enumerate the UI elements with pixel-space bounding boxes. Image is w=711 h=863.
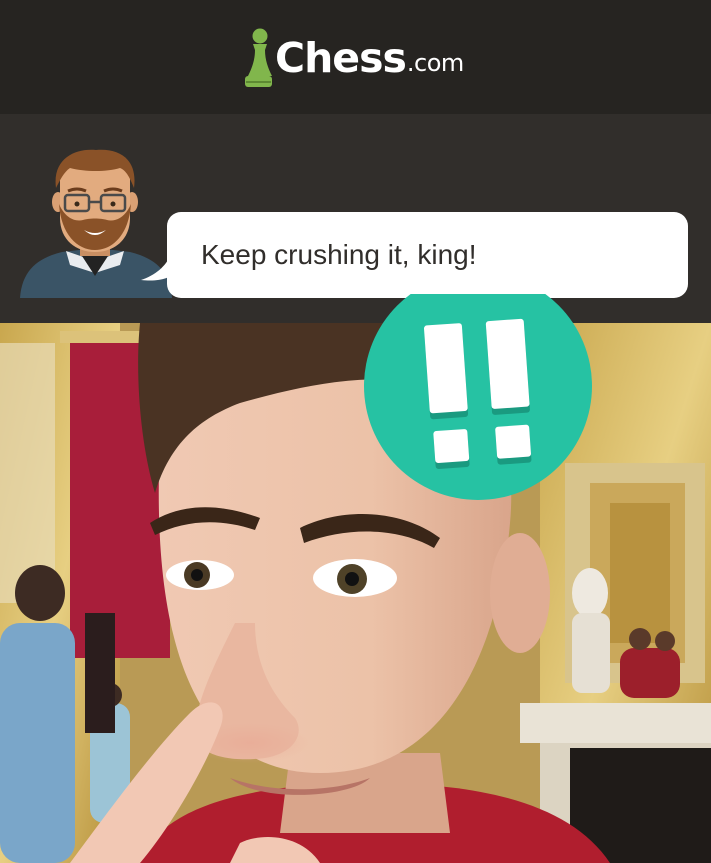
chess-com-logo[interactable]: Chess .com <box>243 27 464 89</box>
top-bar: Chess .com <box>0 0 711 114</box>
logo-domain: .com <box>406 49 464 77</box>
brilliant-move-icon <box>364 294 592 500</box>
logo-wordmark: Chess <box>275 34 407 82</box>
selfie-image <box>0 323 711 863</box>
user-photo <box>0 323 711 863</box>
pawn-icon <box>245 28 272 87</box>
speech-bubble: Keep crushing it, king! <box>167 212 688 298</box>
coach-message: Keep crushing it, king! <box>201 239 477 270</box>
coach-panel: Keep crushing it, king! <box>0 114 711 323</box>
